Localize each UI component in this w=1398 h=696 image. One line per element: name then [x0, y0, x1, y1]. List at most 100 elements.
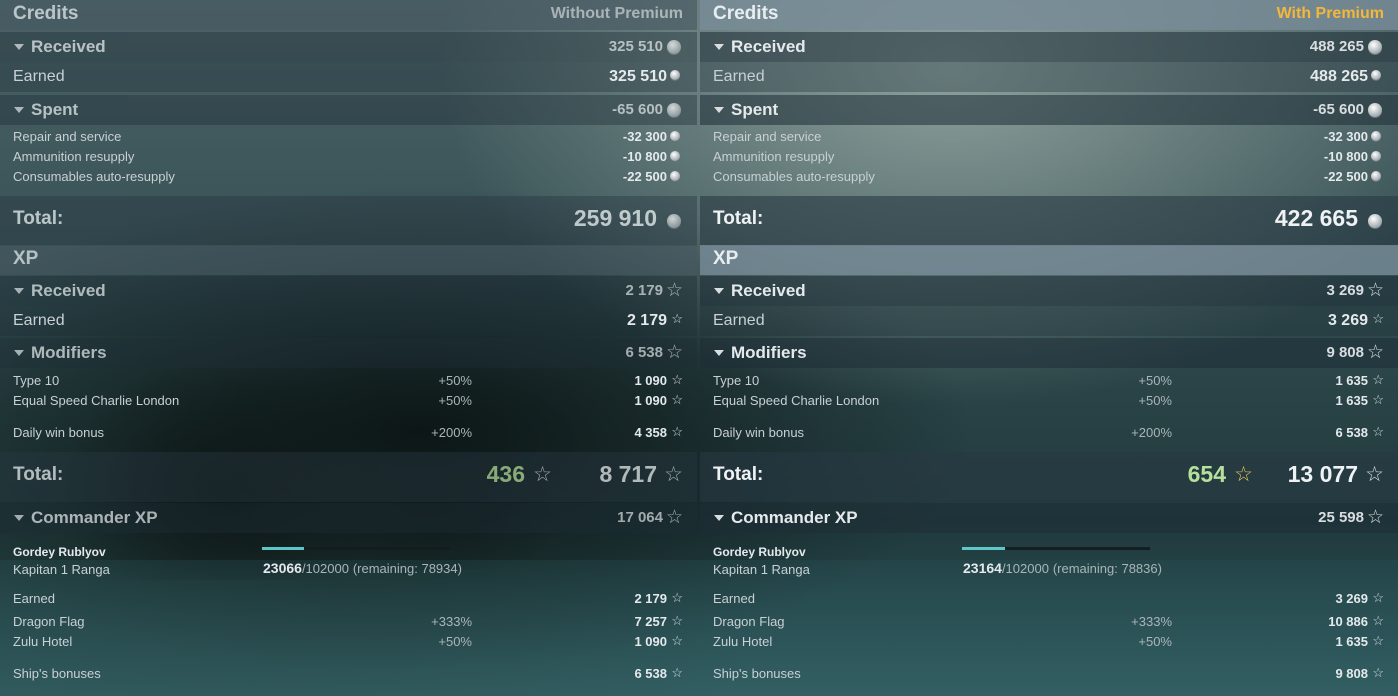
modifier-percent: +200%: [1131, 425, 1172, 440]
xp-title: XP: [13, 248, 39, 269]
modifiers-group[interactable]: Modifiers 9 808 ☆: [700, 338, 1398, 368]
chevron-down-icon[interactable]: [714, 350, 724, 356]
modifier-value: 10 886: [1328, 614, 1368, 629]
ammo-value: -10 800: [1323, 149, 1368, 164]
spent-group[interactable]: Spent -65 600: [0, 95, 697, 125]
modifier-value: 1 090: [634, 373, 667, 388]
modifier-label: Type 10: [13, 373, 60, 388]
credits-coin-icon: [1371, 151, 1381, 161]
chevron-down-icon[interactable]: [714, 107, 724, 113]
spent-total: -65 600: [612, 101, 663, 118]
xp-star-icon: ☆: [1366, 342, 1384, 363]
xp-star-icon: ☆: [665, 342, 683, 363]
ships-bonuses-value: 6 538: [634, 666, 667, 681]
earned-row: Earned 488 265: [700, 62, 1398, 92]
modifiers-group[interactable]: Modifiers 6 538 ☆: [0, 338, 697, 368]
chevron-down-icon[interactable]: [714, 288, 724, 294]
received-total: 488 265: [1309, 38, 1364, 55]
received-group[interactable]: Received 488 265: [700, 32, 1398, 62]
xp-received-group[interactable]: Received 2 179 ☆: [0, 276, 697, 306]
modifier-percent: +50%: [438, 373, 472, 388]
commander-xp-current: 23066: [263, 560, 302, 576]
modifier-label: Dragon Flag: [713, 614, 785, 629]
ships-bonuses-row: Ship's bonuses 9 808 ☆: [700, 664, 1398, 684]
modifier-percent: +200%: [431, 425, 472, 440]
xp-star-icon: ☆: [533, 463, 552, 486]
commander-xp-group[interactable]: Commander XP 17 064 ☆: [0, 503, 697, 533]
commander-modifier-row: Dragon Flag +333% 10 886 ☆: [700, 612, 1398, 632]
received-label: Received: [31, 37, 106, 56]
xp-star-icon: ☆: [1366, 280, 1384, 301]
credits-total-row: Total: 422 665: [700, 196, 1398, 246]
xp-star-icon: ☆: [1372, 633, 1384, 648]
earned-label: Earned: [713, 591, 755, 606]
commander-xp-progress: 23164/102000 (remaining: 78836): [963, 560, 1162, 576]
commander-xp-remaining: (remaining: 78836): [1052, 561, 1162, 576]
progress-fill: [262, 547, 305, 550]
received-label: Received: [731, 281, 806, 300]
commander-name[interactable]: Gordey Rublyov: [13, 545, 106, 559]
ammo-value: -10 800: [622, 149, 667, 164]
chevron-down-icon[interactable]: [14, 350, 24, 356]
commander-xp-remaining: (remaining: 78934): [352, 561, 462, 576]
xp-earned-row: Earned 2 179 ☆: [0, 306, 697, 336]
consumables-value: -22 500: [622, 169, 667, 184]
xp-header: XP: [700, 245, 1398, 275]
modifiers-label: Modifiers: [731, 343, 807, 362]
xp-title: XP: [713, 248, 739, 269]
chevron-down-icon[interactable]: [14, 44, 24, 50]
commander-earned-row: Earned 3 269 ☆: [700, 589, 1398, 609]
modifier-percent: +333%: [431, 614, 472, 629]
spent-group[interactable]: Spent -65 600: [700, 95, 1398, 125]
credits-header: Credits With Premium: [700, 0, 1398, 30]
credits-coin-icon: [1371, 131, 1381, 141]
chevron-down-icon[interactable]: [14, 515, 24, 521]
received-group[interactable]: Received 325 510: [0, 32, 697, 62]
xp-received-group[interactable]: Received 3 269 ☆: [700, 276, 1398, 306]
earned-label: Earned: [13, 312, 65, 329]
commander-rank: Kapitan 1 Ranga: [13, 562, 110, 577]
consumables-row: Consumables auto-resupply -22 500: [700, 167, 1398, 187]
xp-free-total: 436: [486, 461, 525, 487]
chevron-down-icon[interactable]: [714, 515, 724, 521]
commander-xp-group[interactable]: Commander XP 25 598 ☆: [700, 503, 1398, 533]
xp-total-row: Total: 654 ☆ 13 077 ☆: [700, 452, 1398, 502]
commander-xp-label: Commander XP: [31, 508, 158, 527]
chevron-down-icon[interactable]: [14, 107, 24, 113]
modifier-percent: +50%: [438, 393, 472, 408]
earned-row: Earned 325 510: [0, 62, 697, 92]
xp-star-icon: ☆: [664, 463, 683, 486]
repair-value: -32 300: [622, 129, 667, 144]
commander-xp-progress-bar: [962, 547, 1150, 550]
chevron-down-icon[interactable]: [14, 288, 24, 294]
commander-xp-current: 23164: [963, 560, 1002, 576]
modifiers-total: 6 538: [625, 344, 663, 361]
commander-xp-max: /102000: [1001, 561, 1049, 576]
commander-rank: Kapitan 1 Ranga: [713, 562, 810, 577]
chevron-down-icon[interactable]: [714, 44, 724, 50]
spent-label: Spent: [31, 100, 79, 119]
repair-value: -32 300: [1323, 129, 1368, 144]
repair-label: Repair and service: [713, 129, 822, 144]
xp-star-icon: ☆: [1372, 372, 1384, 387]
spent-total: -65 600: [1313, 101, 1364, 118]
credits-coin-icon: [1371, 70, 1381, 80]
xp-star-icon: ☆: [671, 633, 683, 648]
ammo-row: Ammunition resupply -10 800: [700, 147, 1398, 167]
variant-label: Without Premium: [550, 5, 683, 22]
received-label: Received: [731, 37, 806, 56]
modifier-row: Daily win bonus +200% 6 538 ☆: [700, 423, 1398, 443]
credits-coin-icon: [667, 214, 681, 228]
consumables-row: Consumables auto-resupply -22 500: [0, 167, 697, 187]
modifier-percent: +333%: [1131, 614, 1172, 629]
ammo-row: Ammunition resupply -10 800: [0, 147, 697, 167]
commander-name[interactable]: Gordey Rublyov: [713, 545, 806, 559]
xp-star-icon: ☆: [1366, 507, 1384, 528]
received-total: 325 510: [608, 38, 663, 55]
earned-value: 488 265: [1310, 68, 1368, 85]
variant-label: With Premium: [1276, 5, 1384, 22]
consumables-label: Consumables auto-resupply: [13, 169, 175, 184]
credits-coin-icon: [670, 131, 680, 141]
xp-star-icon: ☆: [1372, 392, 1384, 407]
modifier-value: 1 635: [1335, 634, 1368, 649]
